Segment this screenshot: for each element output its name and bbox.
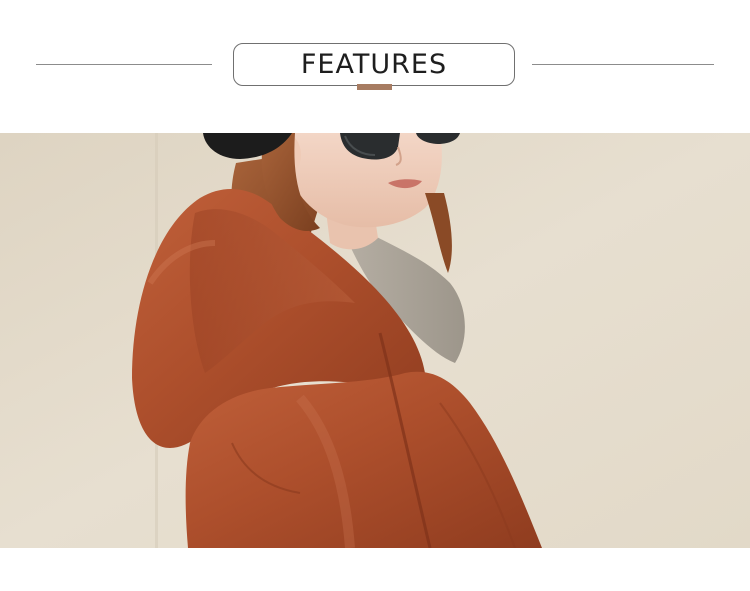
product-photo-illustration (0, 133, 750, 548)
product-photo (0, 133, 750, 548)
header-rule-right (532, 64, 714, 65)
features-title-box: FEATURES (233, 43, 515, 86)
title-accent-bar (357, 84, 392, 90)
header-rule-left (36, 64, 212, 65)
bottom-spacer (0, 548, 750, 591)
features-title: FEATURES (300, 49, 448, 80)
features-header: FEATURES (0, 0, 750, 133)
